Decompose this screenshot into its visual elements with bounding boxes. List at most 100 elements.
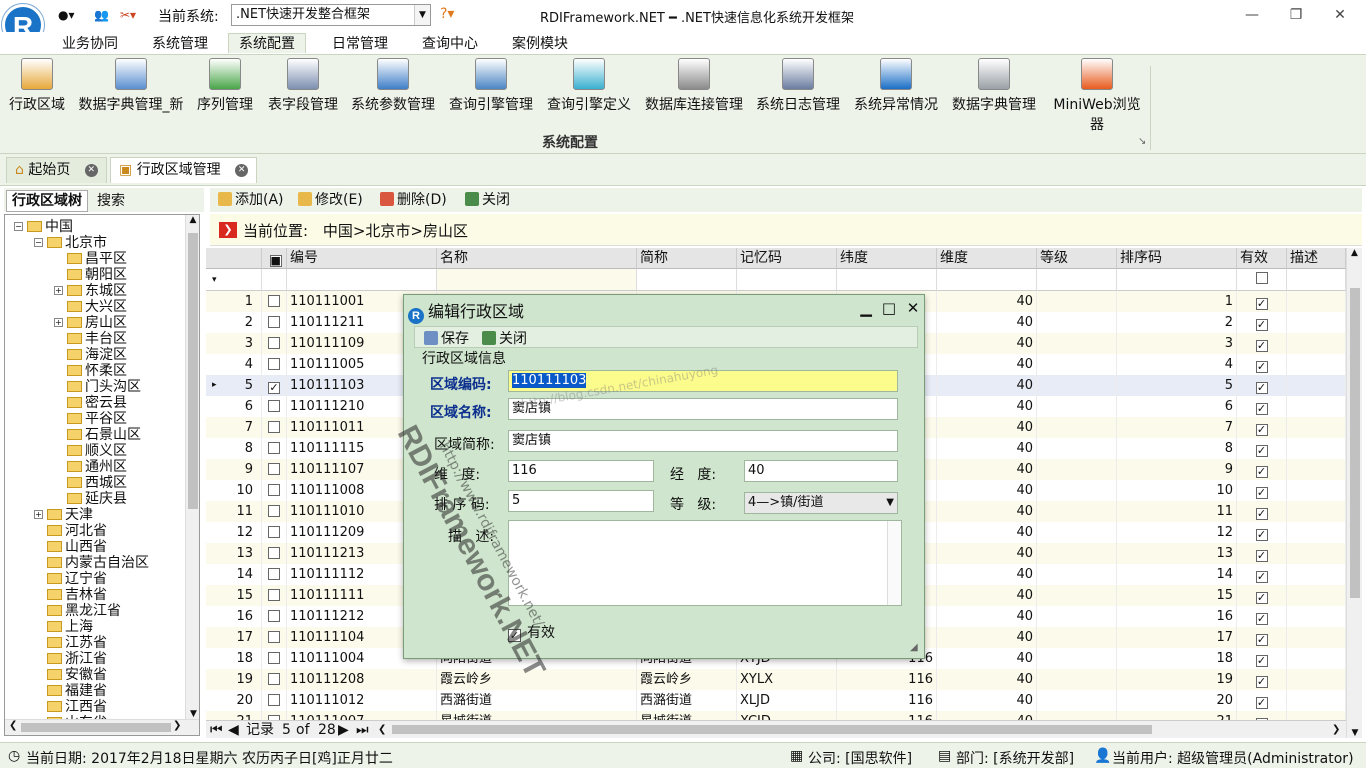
description-scrollbar[interactable] bbox=[887, 521, 901, 605]
valid-checkbox-cell[interactable]: ✓ bbox=[1237, 501, 1287, 522]
row-checkbox[interactable] bbox=[262, 711, 287, 720]
check-icon[interactable]: ✓ bbox=[1255, 424, 1268, 436]
filter-valid[interactable] bbox=[1237, 269, 1287, 291]
tree-node[interactable]: 河北省 bbox=[47, 523, 107, 539]
check-icon[interactable]: ✓ bbox=[1255, 571, 1268, 583]
tree-node[interactable]: 顺义区 bbox=[67, 443, 127, 459]
filter-memo[interactable] bbox=[737, 269, 837, 291]
menu-cases[interactable]: 案例模块 bbox=[502, 34, 578, 54]
tree-node[interactable]: 怀柔区 bbox=[67, 363, 127, 379]
valid-checkbox-cell[interactable]: ✓ bbox=[1237, 480, 1287, 501]
checkbox[interactable] bbox=[268, 421, 280, 433]
valid-checkbox-cell[interactable]: ✓ bbox=[1237, 459, 1287, 480]
checkbox[interactable] bbox=[268, 589, 280, 601]
tree-node[interactable]: 天津 bbox=[47, 507, 93, 523]
tab-region-tree[interactable]: 行政区域树 bbox=[6, 190, 88, 212]
row-checkbox[interactable] bbox=[262, 606, 287, 627]
tree-node[interactable]: 东城区 bbox=[67, 283, 127, 299]
table-row[interactable]: 19 110111208 霞云岭乡 霞云岭乡 XYLX 116 40 19 ✓ bbox=[206, 669, 1346, 690]
filter-level[interactable] bbox=[1037, 269, 1117, 291]
tree-node[interactable]: 西城区 bbox=[67, 475, 127, 491]
grid-vscroll[interactable]: ▲ ▼ bbox=[1346, 248, 1362, 738]
dialog-save-button[interactable]: 保存 bbox=[424, 328, 469, 348]
dialog-close-tool-button[interactable]: 关闭 bbox=[482, 328, 527, 348]
tree-node[interactable]: 昌平区 bbox=[67, 251, 127, 267]
valid-checkbox-cell[interactable]: ✓ bbox=[1237, 711, 1287, 720]
valid-checkbox-cell[interactable]: ✓ bbox=[1237, 312, 1287, 333]
collapse-icon[interactable]: − bbox=[34, 238, 43, 247]
dialog-close-button[interactable]: ✕ bbox=[904, 299, 922, 317]
tree-node[interactable]: 内蒙古自治区 bbox=[47, 555, 149, 571]
filter-order[interactable] bbox=[1117, 269, 1237, 291]
tree-vscroll[interactable]: ▲ ▼ bbox=[185, 215, 199, 719]
valid-checkbox-cell[interactable]: ✓ bbox=[1237, 375, 1287, 396]
tab-region-manage[interactable]: ▣ 行政区域管理 ✕ bbox=[110, 157, 258, 183]
filter-lng[interactable] bbox=[937, 269, 1037, 291]
check-icon[interactable]: ✓ bbox=[1255, 592, 1268, 604]
row-checkbox[interactable] bbox=[262, 480, 287, 501]
check-icon[interactable]: ✓ bbox=[1255, 445, 1268, 457]
grid-vscroll-thumb[interactable] bbox=[1350, 288, 1360, 598]
select-all-checkbox[interactable]: ■ bbox=[269, 255, 282, 267]
users-icon[interactable]: 👥 bbox=[94, 8, 109, 22]
checkbox[interactable] bbox=[268, 652, 280, 664]
filter-icon[interactable]: ▾ bbox=[206, 269, 262, 291]
tree-node[interactable]: 辽宁省 bbox=[47, 571, 107, 587]
menu-query-center[interactable]: 查询中心 bbox=[412, 34, 488, 54]
tree-node[interactable]: 通州区 bbox=[67, 459, 127, 475]
row-checkbox[interactable] bbox=[262, 396, 287, 417]
scroll-right-icon[interactable]: ❯ bbox=[1332, 721, 1340, 739]
checkbox[interactable] bbox=[268, 568, 280, 580]
add-button[interactable]: 添加(A) bbox=[218, 190, 284, 210]
tree-node[interactable]: 中国 bbox=[27, 219, 73, 235]
filter-valid-checkbox[interactable] bbox=[1255, 272, 1268, 284]
check-icon[interactable]: ✓ bbox=[1255, 697, 1268, 709]
tree-vscroll-thumb[interactable] bbox=[188, 233, 198, 509]
tab-search[interactable]: 搜索 bbox=[91, 190, 131, 212]
scroll-left-icon[interactable]: ❮ bbox=[378, 721, 386, 739]
check-icon[interactable]: ✓ bbox=[1255, 487, 1268, 499]
tree-node[interactable]: 延庆县 bbox=[67, 491, 127, 507]
longitude-field[interactable]: 40 bbox=[744, 460, 898, 482]
valid-checkbox-cell[interactable]: ✓ bbox=[1237, 669, 1287, 690]
col-lng[interactable]: 维度 bbox=[937, 248, 1037, 269]
sort-order-field[interactable]: 5 bbox=[508, 490, 654, 512]
valid-checkbox-cell[interactable]: ✓ bbox=[1237, 543, 1287, 564]
close-icon[interactable]: ✕ bbox=[84, 163, 98, 177]
description-textarea[interactable] bbox=[508, 520, 902, 606]
check-icon[interactable]: ✓ bbox=[1255, 676, 1268, 688]
filter-code[interactable] bbox=[287, 269, 437, 291]
dialog-minimize-button[interactable]: ▁ bbox=[857, 299, 875, 317]
row-checkbox[interactable] bbox=[262, 690, 287, 711]
filter-desc[interactable] bbox=[1287, 269, 1346, 291]
valid-checkbox-cell[interactable]: ✓ bbox=[1237, 354, 1287, 375]
row-checkbox[interactable] bbox=[262, 354, 287, 375]
row-checkbox[interactable] bbox=[262, 417, 287, 438]
valid-checkbox-cell[interactable]: ✓ bbox=[1237, 627, 1287, 648]
col-level[interactable]: 等级 bbox=[1037, 248, 1117, 269]
row-checkbox[interactable] bbox=[262, 501, 287, 522]
region-tree[interactable]: − 中国 − 北京市 昌平区 朝阳区 + 东城区 大兴区 + 房山区 丰台区 海淀区 怀柔区 门头沟区 密云县… bbox=[4, 214, 200, 736]
chevron-down-icon[interactable]: ▼ bbox=[414, 5, 430, 25]
delete-button[interactable]: 删除(D) bbox=[380, 190, 447, 210]
row-checkbox[interactable] bbox=[262, 312, 287, 333]
checkbox[interactable] bbox=[268, 673, 280, 685]
row-checkbox[interactable] bbox=[262, 648, 287, 669]
ribbon-button-5[interactable]: 查询引擎管理 bbox=[447, 58, 535, 118]
checkbox[interactable] bbox=[268, 463, 280, 475]
close-icon[interactable]: ✕ bbox=[235, 163, 249, 177]
table-row[interactable]: 21110111007星城街道星城街道XCJD1164021✓ bbox=[206, 711, 1346, 720]
checkbox[interactable] bbox=[268, 316, 280, 328]
expand-icon[interactable]: + bbox=[54, 318, 63, 327]
tree-node[interactable]: 浙江省 bbox=[47, 651, 107, 667]
check-icon[interactable]: ✓ bbox=[1255, 319, 1268, 331]
next-record-button[interactable]: ▶ bbox=[338, 721, 349, 739]
col-code[interactable]: 编号 bbox=[287, 248, 437, 269]
valid-checkbox-cell[interactable]: ✓ bbox=[1237, 438, 1287, 459]
row-checkbox[interactable] bbox=[262, 627, 287, 648]
ribbon-button-8[interactable]: 系统日志管理 bbox=[755, 58, 841, 118]
tree-hscroll[interactable]: ❮ ❯ bbox=[5, 719, 199, 735]
filter-cell[interactable] bbox=[262, 269, 287, 291]
check-icon[interactable]: ✓ bbox=[1255, 298, 1268, 310]
row-checkbox[interactable] bbox=[262, 564, 287, 585]
